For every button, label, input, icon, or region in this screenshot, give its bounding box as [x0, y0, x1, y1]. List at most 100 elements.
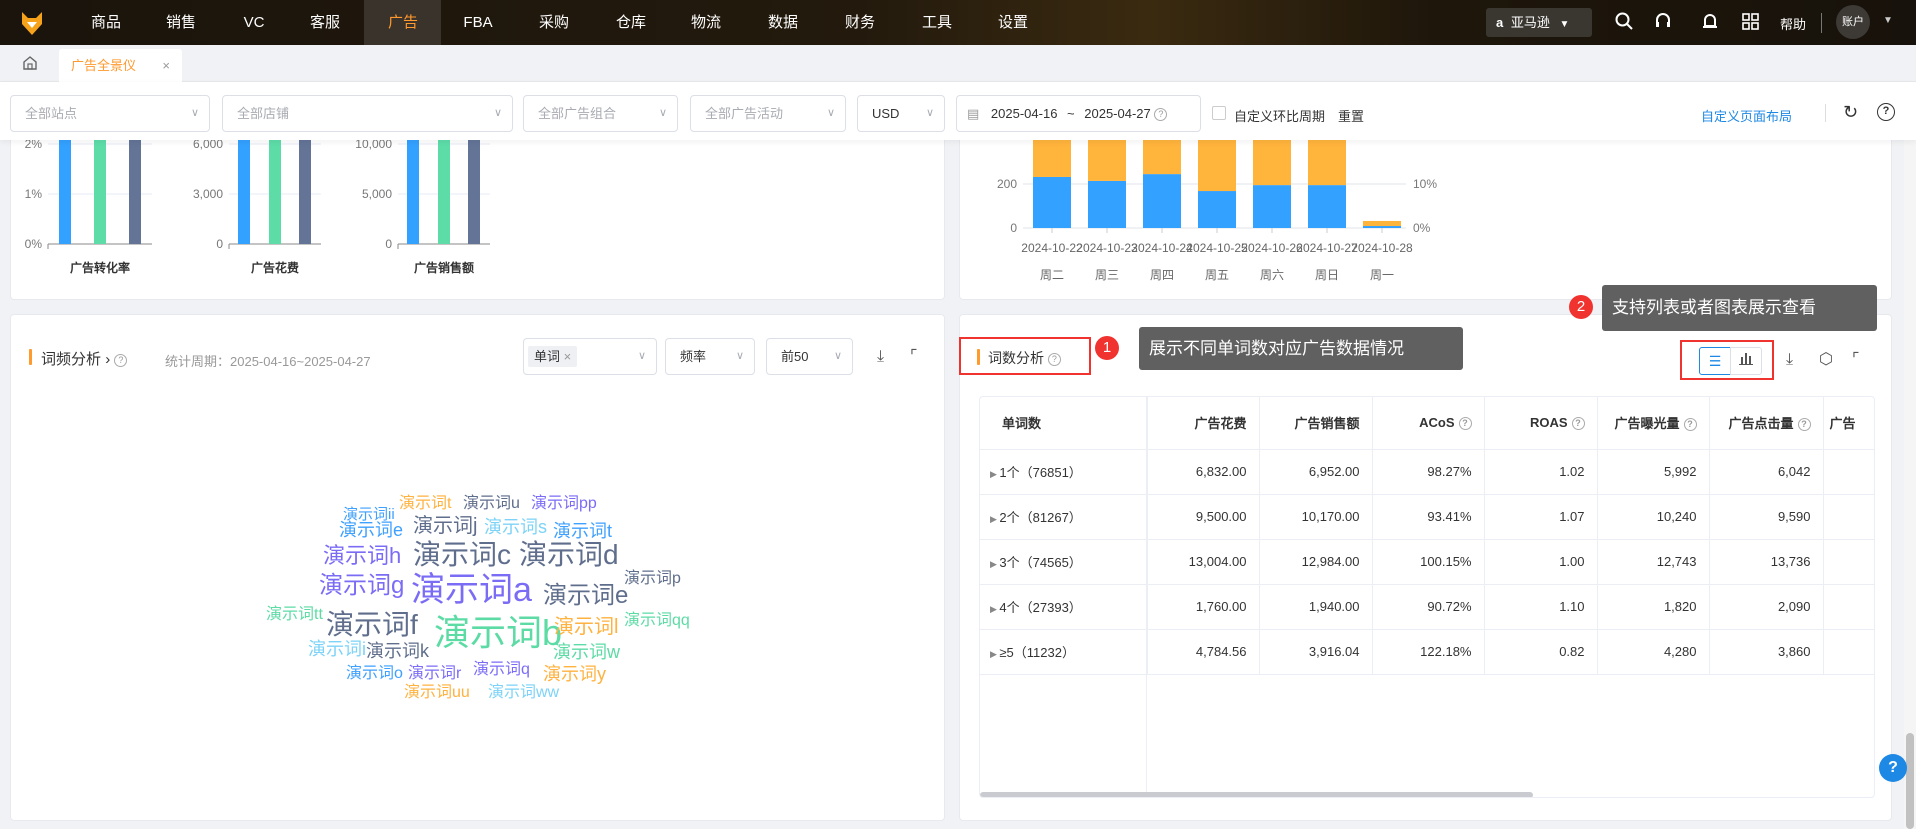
- logo-icon[interactable]: [20, 10, 44, 36]
- reset-button[interactable]: 重置: [1338, 106, 1364, 125]
- word-cloud-word[interactable]: 演示词a: [411, 573, 532, 607]
- word-cloud-word[interactable]: 演示词pp: [531, 496, 597, 512]
- home-icon[interactable]: [22, 55, 38, 74]
- word-cloud-word[interactable]: 演示词j: [413, 516, 477, 536]
- apps-grid-icon[interactable]: [1742, 13, 1759, 33]
- floating-help-button[interactable]: ?: [1879, 754, 1907, 782]
- word-cloud-word[interactable]: 演示词d: [519, 541, 619, 569]
- help-icon[interactable]: ?: [1458, 417, 1472, 431]
- word-cloud-word[interactable]: 演示词i: [308, 640, 366, 658]
- expand-row-icon[interactable]: ▶: [990, 469, 999, 479]
- sort-select[interactable]: 频率 ∨: [665, 338, 755, 375]
- help-icon[interactable]: ?: [1877, 103, 1895, 121]
- word-cloud-word[interactable]: 演示词l: [554, 617, 618, 637]
- caret-down-icon[interactable]: ▼: [1883, 15, 1893, 26]
- word-cloud-word[interactable]: 演示词t: [553, 522, 612, 540]
- word-cloud-word[interactable]: 演示词b: [434, 615, 562, 651]
- expand-row-icon[interactable]: ▶: [990, 559, 999, 569]
- site-select[interactable]: 全部站点 ∨: [10, 95, 210, 132]
- help-icon[interactable]: ?: [1797, 418, 1811, 432]
- marketplace-selector[interactable]: a 亚马逊 ▼: [1486, 8, 1592, 37]
- refresh-icon[interactable]: ↻: [1843, 102, 1858, 123]
- custom-layout-link[interactable]: 自定义页面布局: [1701, 106, 1792, 125]
- word-cloud-word[interactable]: 演示词e: [543, 584, 628, 608]
- nav-item[interactable]: 设置: [998, 0, 1028, 45]
- nav-item[interactable]: 工具: [922, 0, 952, 45]
- help-icon[interactable]: ?: [114, 353, 128, 367]
- word-cloud-word[interactable]: 演示词q: [473, 662, 530, 678]
- column-header[interactable]: 广告销售额: [1259, 397, 1373, 450]
- nav-item[interactable]: 销售: [166, 0, 196, 45]
- table-row[interactable]: ▶ 1个（76851） 6,832.00 6,952.00 98.27% 1.02 5,9…: [980, 449, 1874, 495]
- table-row[interactable]: ▶ 3个（74565） 13,004.00 12,984.00 100.15% 1.00…: [980, 539, 1874, 585]
- word-cloud-word[interactable]: 演示词s: [484, 518, 547, 536]
- word-frequency-title[interactable]: 词频分析 › ?: [41, 348, 128, 369]
- nav-item[interactable]: 物流: [691, 0, 721, 45]
- nav-item[interactable]: 客服: [310, 0, 340, 45]
- help-icon[interactable]: ?: [1683, 418, 1697, 432]
- scrollbar-thumb[interactable]: [1906, 733, 1914, 829]
- nav-item[interactable]: 财务: [845, 0, 875, 45]
- expand-icon[interactable]: ⌜: [1852, 350, 1860, 370]
- word-cloud-word[interactable]: 演示词g: [319, 574, 404, 598]
- word-cloud-word[interactable]: 演示词h: [323, 545, 401, 567]
- top-n-select[interactable]: 前50 ∨: [766, 338, 853, 375]
- word-cloud-word[interactable]: 演示词o: [346, 666, 403, 682]
- table-row[interactable]: ▶ 4个（27393） 1,760.00 1,940.00 90.72% 1.10 1,8…: [980, 584, 1874, 630]
- help-icon[interactable]: ?: [1571, 417, 1585, 431]
- nav-item[interactable]: VC: [244, 0, 265, 45]
- nav-item[interactable]: 商品: [91, 0, 121, 45]
- nav-item[interactable]: 仓库: [616, 0, 646, 45]
- expand-row-icon[interactable]: ▶: [990, 514, 999, 524]
- word-cloud-word[interactable]: 演示词e: [339, 521, 403, 539]
- column-header[interactable]: ACoS?: [1372, 397, 1485, 450]
- word-cloud-word[interactable]: 演示词u: [463, 496, 520, 512]
- column-header[interactable]: 广告: [1823, 397, 1874, 450]
- compare-checkbox[interactable]: [1212, 106, 1226, 120]
- word-cloud-word[interactable]: 演示词f: [326, 611, 418, 639]
- download-icon[interactable]: ⤓: [877, 347, 884, 367]
- column-header[interactable]: 广告花费: [1147, 397, 1260, 450]
- campaign-select[interactable]: 全部广告活动 ∨: [690, 95, 846, 132]
- avatar[interactable]: 账户: [1836, 5, 1870, 39]
- compare-label[interactable]: 自定义环比周期: [1234, 106, 1325, 125]
- close-icon[interactable]: ×: [162, 49, 170, 83]
- expand-icon[interactable]: ⌜: [910, 347, 918, 367]
- word-cloud-word[interactable]: 演示词p: [624, 571, 681, 587]
- table-row[interactable]: ▶ 2个（81267） 9,500.00 10,170.00 93.41% 1.07 10…: [980, 494, 1874, 540]
- word-cloud-word[interactable]: 演示词tt: [266, 607, 323, 623]
- nav-item[interactable]: FBA: [463, 0, 492, 45]
- settings-icon[interactable]: ⬡: [1819, 350, 1833, 370]
- word-cloud-word[interactable]: 演示词qq: [624, 613, 690, 629]
- horizontal-scrollbar[interactable]: [980, 792, 1533, 797]
- help-link[interactable]: 帮助: [1780, 14, 1806, 33]
- nav-item[interactable]: 数据: [768, 0, 798, 45]
- column-header[interactable]: 单词数: [980, 397, 1148, 450]
- word-cloud-word[interactable]: 演示词ww: [488, 685, 559, 701]
- nav-item[interactable]: 广告: [388, 0, 418, 45]
- portfolio-select[interactable]: 全部广告组合 ∨: [523, 95, 678, 132]
- store-select[interactable]: 全部店铺 ∨: [222, 95, 513, 132]
- bell-icon[interactable]: [1701, 12, 1719, 35]
- word-cloud-word[interactable]: 演示词c: [413, 541, 511, 569]
- tab-ad-overview[interactable]: 广告全景仪 ×: [59, 49, 182, 83]
- nav-item[interactable]: 采购: [539, 0, 569, 45]
- word-cloud-word[interactable]: 演示词y: [543, 665, 606, 683]
- expand-row-icon[interactable]: ▶: [990, 649, 999, 659]
- word-cloud-word[interactable]: 演示词r: [408, 666, 461, 682]
- word-cloud-word[interactable]: 演示词k: [366, 642, 429, 660]
- word-cloud-word[interactable]: 演示词t: [399, 496, 451, 512]
- currency-select[interactable]: USD ∨: [857, 95, 945, 132]
- column-header[interactable]: 广告曝光量?: [1597, 397, 1710, 450]
- word-cloud-word[interactable]: 演示词uu: [404, 685, 470, 701]
- column-header[interactable]: ROAS?: [1484, 397, 1598, 450]
- expand-row-icon[interactable]: ▶: [990, 604, 999, 614]
- search-icon[interactable]: [1615, 12, 1633, 33]
- help-icon[interactable]: ?: [1154, 108, 1168, 122]
- date-range-picker[interactable]: ▤ 2025-04-16 ~ 2025-04-27 ?: [956, 95, 1201, 132]
- headset-icon[interactable]: [1654, 12, 1672, 35]
- word-cloud-word[interactable]: 演示词w: [553, 643, 620, 661]
- column-header[interactable]: 广告点击量?: [1709, 397, 1824, 450]
- download-icon[interactable]: ⤓: [1786, 350, 1793, 370]
- word-type-select[interactable]: 单词 × ∨: [523, 338, 657, 375]
